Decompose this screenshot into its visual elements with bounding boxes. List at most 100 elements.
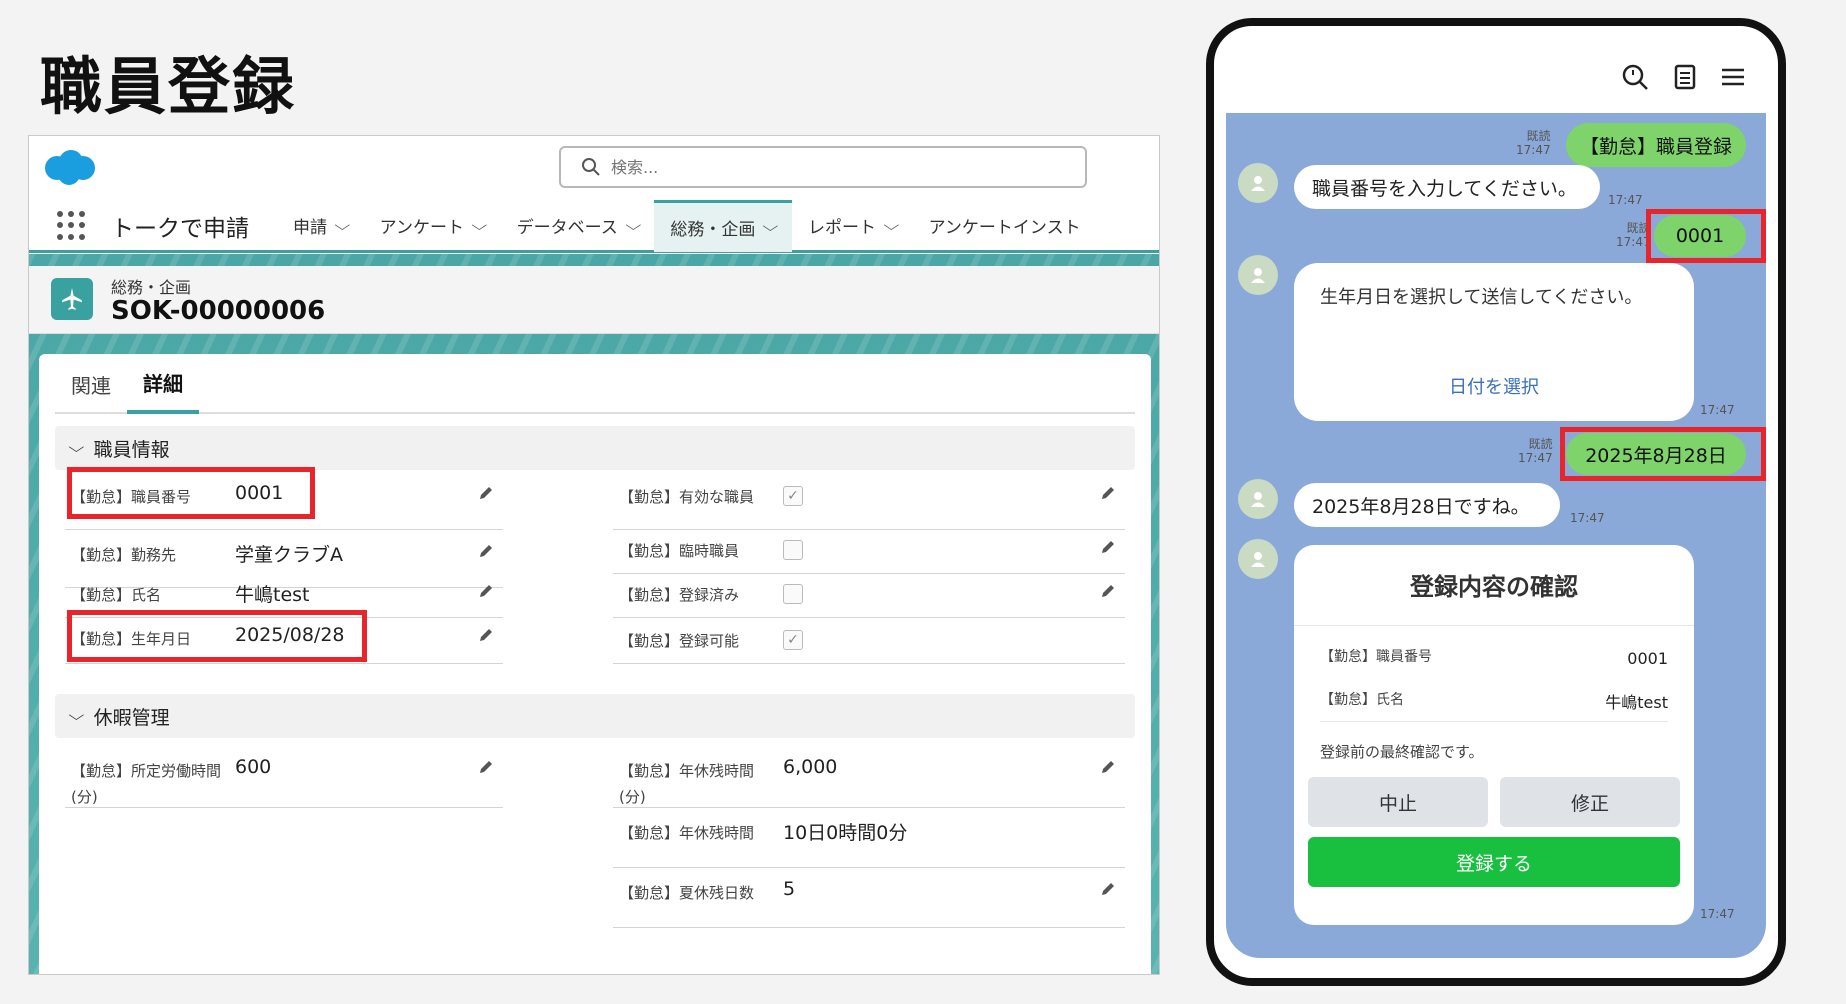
chevron-down-icon: ⌵ — [68, 708, 85, 724]
app-launcher-icon[interactable] — [57, 210, 87, 241]
pencil-icon[interactable] — [1099, 758, 1117, 776]
nav-item-survey[interactable]: アンケート ⌵ — [364, 200, 501, 252]
field-label: 【勤怠】所定労働時間(分) — [71, 762, 222, 806]
field-temp-staff: 【勤怠】臨時職員 — [613, 530, 1125, 574]
record-tabs: 関連 詳細 — [55, 354, 1135, 414]
chevron-down-icon[interactable]: ⌵ — [334, 218, 350, 234]
field-value: 5 — [783, 878, 796, 900]
salesforce-window: トークで申請 申請 ⌵ アンケート ⌵ データベース ⌵ 総務・企画 ⌵ レポート ⌵ ア… — [28, 135, 1160, 975]
checkbox-checked: ✓ — [783, 630, 803, 650]
notes-icon[interactable] — [1670, 62, 1700, 92]
nav-label: 総務・企画 — [670, 219, 756, 240]
edit-button[interactable]: 修正 — [1500, 777, 1680, 827]
chevron-down-icon[interactable]: ⌵ — [883, 218, 899, 234]
pencil-icon[interactable] — [477, 582, 495, 600]
field-label: 【勤怠】年休残時間(分) — [619, 762, 755, 806]
confirm-card: 登録内容の確認 【勤怠】職員番号 0001 【勤怠】氏名 牛嶋test 登録前の… — [1294, 545, 1694, 925]
pencil-icon[interactable] — [1099, 484, 1117, 502]
field-active-staff: 【勤怠】有効な職員 ✓ — [613, 472, 1125, 530]
checkbox-unchecked — [783, 584, 803, 604]
nav-item-survey-install[interactable]: アンケートインスト — [913, 200, 1097, 252]
nav-item-database[interactable]: データベース ⌵ — [501, 200, 655, 252]
timestamp: 17:47 — [1570, 511, 1605, 525]
section-staff-info[interactable]: ⌵ 職員情報 — [55, 426, 1135, 470]
bot-avatar-icon — [1238, 479, 1278, 519]
nav-label: アンケート — [379, 218, 464, 238]
section-leave-management[interactable]: ⌵ 休暇管理 — [55, 694, 1135, 738]
pencil-icon[interactable] — [477, 542, 495, 560]
message-meta: 既読 17:47 — [1516, 129, 1551, 157]
confirm-title: 登録内容の確認 — [1410, 573, 1578, 601]
global-search[interactable] — [559, 146, 1087, 188]
nav-label: 申請 — [293, 218, 327, 238]
confirm-label: 【勤怠】職員番号 — [1320, 649, 1432, 665]
bot-avatar-icon — [1238, 255, 1278, 295]
checkbox-checked: ✓ — [783, 486, 803, 506]
timestamp: 17:47 — [1700, 907, 1735, 921]
date-picker-card: 生年月日を選択して送信してください。 日付を選択 — [1294, 263, 1694, 421]
chevron-down-icon: ⌵ — [68, 440, 85, 456]
register-button[interactable]: 登録する — [1308, 837, 1680, 887]
search-input[interactable] — [611, 157, 1051, 177]
pencil-icon[interactable] — [1099, 582, 1117, 600]
pencil-icon[interactable] — [477, 758, 495, 776]
select-date-link[interactable]: 日付を選択 — [1294, 373, 1694, 399]
page-title: 職員登録 — [40, 50, 297, 123]
section-title: 職員情報 — [93, 438, 170, 461]
highlight-staff-number-msg — [1646, 209, 1766, 263]
search-icon[interactable] — [1620, 62, 1650, 92]
global-header: トークで申請 申請 ⌵ アンケート ⌵ データベース ⌵ 総務・企画 ⌵ レポート ⌵ ア… — [29, 136, 1159, 254]
pencil-icon[interactable] — [1099, 538, 1117, 556]
tab-details[interactable]: 詳細 — [127, 354, 199, 414]
chat-header — [1226, 38, 1766, 113]
confirm-value: 0001 — [1627, 649, 1668, 668]
nav-bar: トークで申請 申請 ⌵ アンケート ⌵ データベース ⌵ 総務・企画 ⌵ レポート ⌵ ア… — [29, 199, 1159, 253]
chevron-down-icon[interactable]: ⌵ — [763, 219, 779, 235]
field-summer-leave-days: 【勤怠】夏休残日数 5 — [613, 868, 1125, 928]
menu-icon[interactable] — [1718, 62, 1748, 92]
nav-item-shinsei[interactable]: 申請 ⌵ — [277, 200, 364, 252]
field-value: 600 — [235, 756, 272, 778]
phone-screen: 既読 17:47 【勤怠】職員登録 職員番号を入力してください。 17:47 既読… — [1226, 38, 1766, 958]
timestamp: 17:47 — [1518, 451, 1553, 465]
nav-item-soumu[interactable]: 総務・企画 ⌵ — [654, 199, 792, 252]
confirm-note: 登録前の最終確認です。 — [1320, 743, 1484, 761]
pencil-icon[interactable] — [477, 484, 495, 502]
bot-avatar-icon — [1238, 539, 1278, 579]
field-label: 【勤怠】夏休残日数 — [619, 884, 755, 902]
field-annual-leave-minutes: 【勤怠】年休残時間(分) 6,000 — [613, 746, 1125, 808]
app-name: トークで申請 — [111, 215, 249, 242]
field-label: 【勤怠】登録可能 — [619, 632, 740, 650]
nav-label: データベース — [516, 218, 618, 238]
timestamp: 17:47 — [1700, 403, 1735, 417]
record-name: SOK-00000006 — [111, 296, 326, 326]
field-scheduled-hours: 【勤怠】所定労働時間(分) 600 — [65, 746, 503, 808]
message-bubble-in: 職員番号を入力してください。 — [1294, 165, 1600, 209]
timestamp: 17:47 — [1608, 193, 1643, 207]
message-meta: 既読 17:47 — [1518, 437, 1553, 465]
confirm-value: 牛嶋test — [1605, 693, 1668, 712]
chat-area: 既読 17:47 【勤怠】職員登録 職員番号を入力してください。 17:47 既読… — [1226, 113, 1766, 958]
airplane-icon — [51, 278, 93, 320]
field-registered: 【勤怠】登録済み — [613, 574, 1125, 618]
message-bubble-out: 【勤怠】職員登録 — [1566, 123, 1746, 167]
section-title: 休暇管理 — [93, 706, 170, 729]
field-label: 【勤怠】有効な職員 — [619, 488, 755, 506]
chevron-down-icon[interactable]: ⌵ — [625, 218, 641, 234]
read-label: 既読 — [1528, 437, 1553, 451]
field-label: 【勤怠】臨時職員 — [619, 542, 740, 560]
highlight-birthdate — [67, 610, 367, 662]
field-label: 【勤怠】登録済み — [619, 586, 740, 604]
record-header: 総務・企画 SOK-00000006 — [29, 266, 1159, 334]
message-bubble-in: 2025年8月28日ですね。 — [1294, 483, 1560, 527]
pencil-icon[interactable] — [1099, 880, 1117, 898]
highlight-birthdate-msg — [1560, 427, 1766, 481]
salesforce-cloud-icon[interactable] — [41, 148, 97, 186]
nav-item-report[interactable]: レポート ⌵ — [792, 200, 913, 252]
field-label: 【勤怠】年休残時間 — [619, 824, 755, 842]
tab-related[interactable]: 関連 — [55, 354, 127, 414]
pencil-icon[interactable] — [477, 626, 495, 644]
chevron-down-icon[interactable]: ⌵ — [471, 218, 487, 234]
checkbox-unchecked — [783, 540, 803, 560]
cancel-button[interactable]: 中止 — [1308, 777, 1488, 827]
